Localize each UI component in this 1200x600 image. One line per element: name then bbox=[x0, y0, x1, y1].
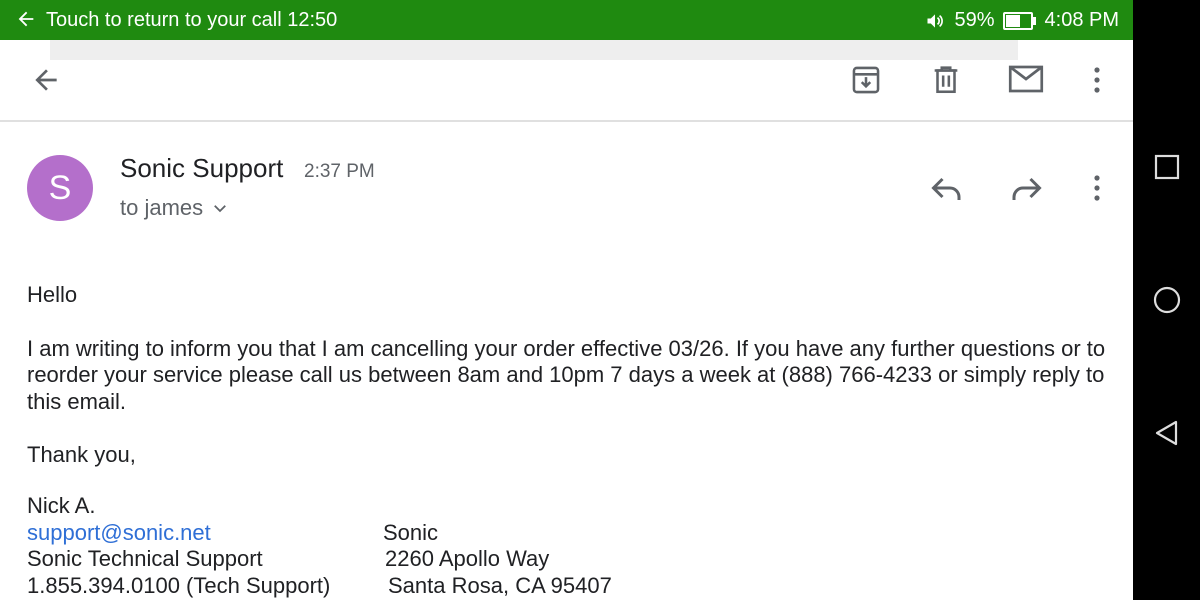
archive-icon[interactable] bbox=[849, 63, 883, 97]
toolbar-shadow-strip bbox=[50, 40, 1018, 60]
support-phone[interactable]: 1.855.394.0100 (Tech Support) bbox=[27, 573, 330, 600]
forward-icon[interactable] bbox=[1008, 171, 1044, 205]
message-time: 2:37 PM bbox=[304, 161, 375, 182]
signer-name: Nick A. bbox=[27, 493, 96, 518]
chevron-down-icon[interactable] bbox=[211, 199, 229, 217]
avatar: S bbox=[27, 155, 93, 221]
department: Sonic Technical Support bbox=[27, 546, 263, 571]
recipient-text[interactable]: to james bbox=[120, 195, 203, 221]
recents-square-icon[interactable] bbox=[1153, 153, 1181, 181]
more-vert-icon[interactable] bbox=[1085, 64, 1109, 96]
volume-icon bbox=[927, 13, 944, 28]
trash-icon[interactable] bbox=[929, 62, 963, 96]
return-to-call-text[interactable]: Touch to return to your call 12:50 bbox=[46, 9, 337, 32]
street-address: 2260 Apollo Way bbox=[385, 546, 550, 571]
body-paragraph: I am writing to inform you that I am can… bbox=[27, 335, 1106, 414]
mail-icon[interactable] bbox=[1008, 62, 1044, 96]
status-indicators: 59% 4:08 PM bbox=[924, 9, 1119, 32]
home-circle-icon[interactable] bbox=[1153, 286, 1181, 314]
city-address: Santa Rosa, CA 95407 bbox=[388, 572, 612, 598]
closing: Thank you, bbox=[27, 442, 136, 467]
support-email-link[interactable]: support@sonic.net bbox=[27, 520, 211, 547]
company-name: Sonic bbox=[383, 519, 439, 545]
clock: 4:08 PM bbox=[1044, 9, 1119, 31]
greeting: Hello bbox=[27, 282, 78, 307]
reply-icon[interactable] bbox=[929, 171, 965, 205]
system-nav-bar bbox=[1133, 0, 1200, 600]
battery-percent: 59% bbox=[954, 9, 995, 31]
message-more-vert-icon[interactable] bbox=[1085, 172, 1109, 204]
status-bar[interactable]: Touch to return to your call 12:50 59% 4… bbox=[0, 0, 1133, 40]
recipient-details[interactable]: to james bbox=[120, 195, 229, 221]
battery-fill bbox=[1005, 14, 1020, 27]
return-call-arrow-icon[interactable] bbox=[15, 8, 37, 30]
battery-icon bbox=[1002, 11, 1036, 30]
message-body: Hello I am writing to inform you that I … bbox=[27, 282, 1117, 469]
sender-name[interactable]: Sonic Support bbox=[120, 153, 283, 184]
back-triangle-icon[interactable] bbox=[1153, 419, 1181, 447]
back-arrow-icon[interactable] bbox=[30, 64, 62, 96]
